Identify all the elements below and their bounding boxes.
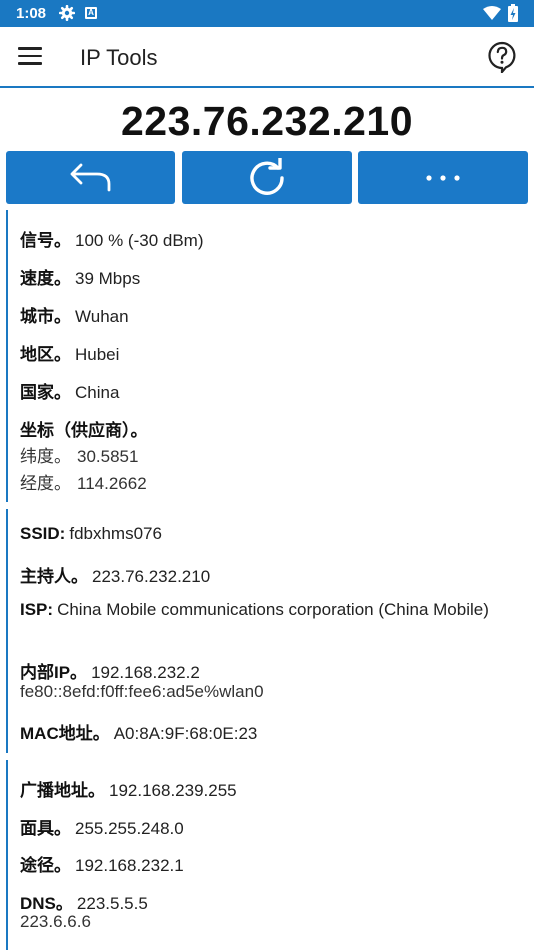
internal-ipv6-value: fe80::8efd:f0ff:fee6:ad5e%wlan0: [20, 682, 264, 701]
refresh-icon: [250, 157, 284, 195]
mac-value: A0:8A:9F:68:0E:23: [113, 724, 258, 743]
network-section: SSID: fdbxhms076 主持人。 223.76.232.210 ISP: C…: [6, 509, 489, 753]
host-label: 主持人。: [20, 567, 88, 586]
speed-row: 速度。 39 Mbps: [20, 264, 140, 289]
signal-label: 信号。: [20, 231, 71, 250]
isp-label: ISP:: [20, 600, 54, 619]
action-bar: [6, 151, 528, 204]
city-row: 城市。 Wuhan: [20, 302, 129, 327]
latitude-row: 纬度。 30.5851: [20, 442, 138, 467]
broadcast-label: 广播地址。: [20, 781, 105, 800]
undo-arrow-icon: [70, 163, 110, 191]
gateway-row: 途径。 192.168.232.1: [20, 851, 184, 876]
ssid-label: SSID:: [20, 524, 66, 543]
host-row: 主持人。 223.76.232.210: [20, 562, 210, 587]
ssid-row: SSID: fdbxhms076: [20, 524, 162, 544]
internal-ip-row: 内部IP。 192.168.232.2: [20, 658, 200, 683]
internal-ipv6-row: fe80::8efd:f0ff:fee6:ad5e%wlan0: [20, 682, 264, 702]
gear-icon: [59, 5, 75, 21]
more-button[interactable]: [358, 151, 528, 204]
country-value: China: [75, 383, 120, 402]
dns-secondary-value: 223.6.6.6: [20, 912, 91, 931]
coords-heading: 坐标（供应商）。: [20, 416, 148, 441]
mask-row: 面具。 255.255.248.0: [20, 814, 184, 839]
ip-address: 223.76.232.210: [121, 98, 413, 144]
dns-secondary-row: 223.6.6.6: [20, 912, 91, 932]
isp-value: China Mobile communications corporation …: [57, 600, 489, 619]
back-button[interactable]: [6, 151, 175, 204]
city-value: Wuhan: [75, 307, 129, 326]
longitude-value: 114.2662: [77, 474, 147, 493]
dns-row: DNS。 223.5.5.5: [20, 889, 148, 914]
gateway-label: 途径。: [20, 856, 71, 875]
dns-label: DNS。: [20, 894, 73, 913]
speed-label: 速度。: [20, 269, 71, 288]
isp-row: ISP: China Mobile communications corporat…: [20, 599, 510, 621]
help-bubble-icon[interactable]: [487, 41, 517, 73]
coords-label: 坐标（供应商）。: [20, 421, 148, 440]
speed-value: 39 Mbps: [75, 269, 141, 288]
latitude-value: 30.5851: [77, 447, 139, 466]
host-value: 223.76.232.210: [92, 567, 211, 586]
dns-value: 223.5.5.5: [76, 894, 148, 913]
latitude-label: 纬度。: [20, 447, 71, 466]
more-dots-icon: [426, 174, 460, 181]
wifi-icon: [483, 6, 501, 20]
a-notification-icon: A: [85, 7, 97, 19]
battery-icon: [508, 4, 518, 22]
broadcast-value: 192.168.239.255: [109, 781, 237, 800]
region-value: Hubei: [75, 345, 120, 364]
internal-ip-label: 内部IP。: [20, 663, 88, 682]
mask-label: 面具。: [20, 819, 71, 838]
signal-value: 100 % (-30 dBm): [75, 231, 204, 250]
lan-section: 广播地址。 192.168.239.255 面具。 255.255.248.0 途径…: [6, 760, 237, 950]
country-label: 国家。: [20, 383, 71, 402]
internal-ip-value: 192.168.232.2: [91, 663, 200, 682]
signal-row: 信号。 100 % (-30 dBm): [20, 226, 204, 251]
app-title: IP Tools: [80, 45, 158, 70]
gateway-value: 192.168.232.1: [75, 856, 184, 875]
app-bar: IP Tools: [0, 27, 534, 88]
longitude-label: 经度。: [20, 474, 71, 493]
ssid-value: fdbxhms076: [69, 524, 162, 543]
mac-label: MAC地址。: [20, 724, 110, 743]
location-section: 信号。 100 % (-30 dBm) 速度。 39 Mbps 城市。 Wuhan 地…: [6, 210, 204, 502]
status-bar: 1:08 A: [0, 0, 534, 27]
region-label: 地区。: [20, 345, 71, 364]
country-row: 国家。 China: [20, 378, 119, 403]
refresh-button[interactable]: [182, 151, 352, 204]
broadcast-row: 广播地址。 192.168.239.255: [20, 776, 237, 801]
longitude-row: 经度。 114.2662: [20, 469, 147, 494]
status-time: 1:08: [16, 5, 47, 22]
mask-value: 255.255.248.0: [75, 819, 184, 838]
city-label: 城市。: [20, 307, 71, 326]
hamburger-menu-icon[interactable]: [18, 47, 42, 67]
mac-row: MAC地址。 A0:8A:9F:68:0E:23: [20, 719, 257, 744]
region-row: 地区。 Hubei: [20, 340, 119, 365]
